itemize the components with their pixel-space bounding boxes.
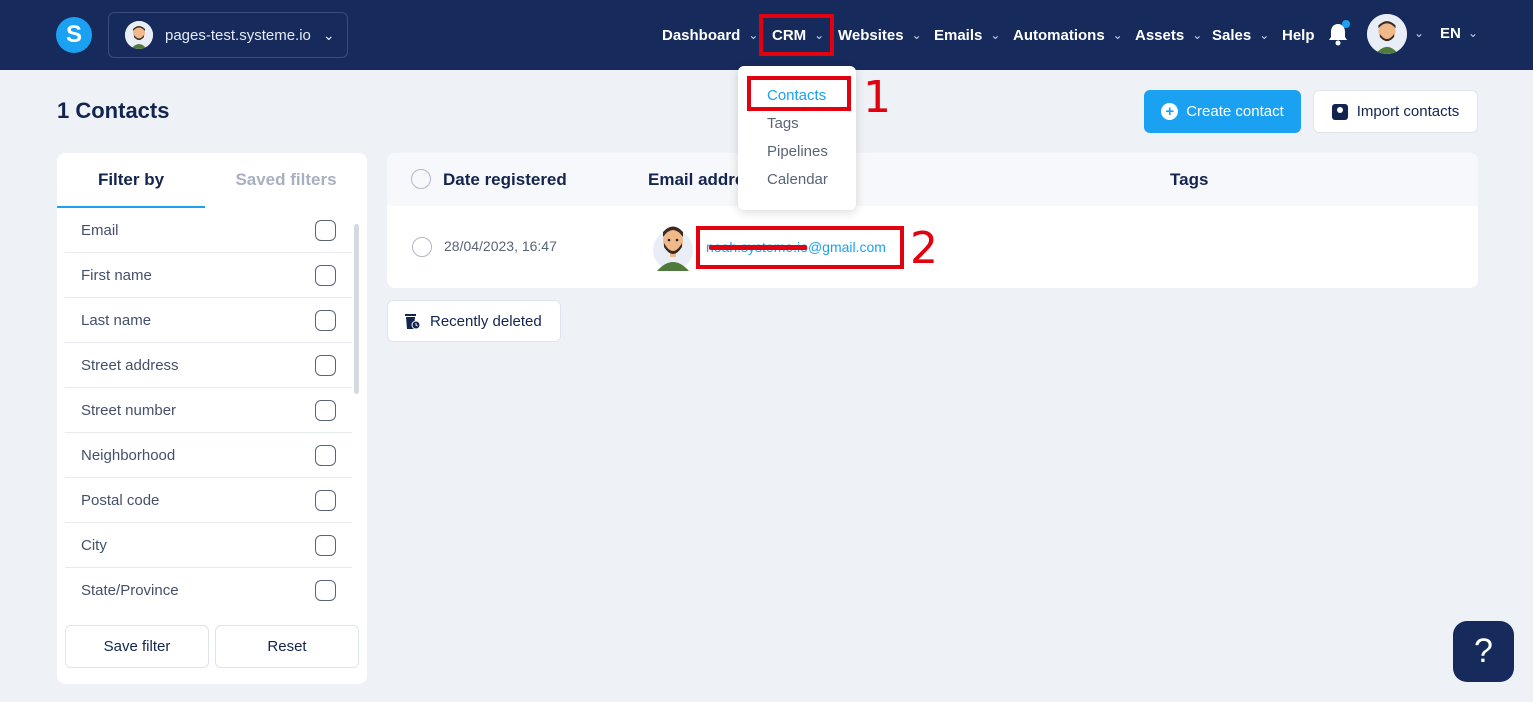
filter-checkbox[interactable] [315,399,336,421]
table-header: Date registered Email addre Tags [387,153,1478,206]
nav-help[interactable]: Help [1282,0,1315,70]
tab-saved-filters[interactable]: Saved filters [212,153,360,208]
filter-row-first-name[interactable]: First name [65,253,352,298]
nav-dashboard[interactable]: Dashboard ⌄ [662,0,758,70]
import-contacts-button[interactable]: Import contacts [1313,90,1478,133]
select-all-radio[interactable] [411,169,431,189]
filter-checkbox[interactable] [315,354,336,376]
page-title: 1 Contacts [57,98,170,123]
contact-avatar [653,226,693,271]
trash-clock-icon [405,313,420,329]
plus-circle-icon: + [1161,103,1179,120]
filter-list-fade [57,601,367,613]
date-registered-cell: 28/04/2023, 16:47 [444,238,557,254]
filter-checkbox[interactable] [315,219,336,241]
nav-help-label: Help [1282,26,1315,44]
annotation-number-2: 2 [910,223,938,274]
nav-sales[interactable]: Sales ⌄ [1212,0,1269,70]
annotation-box-contacts [747,76,851,111]
language-selector[interactable]: EN [1440,25,1461,42]
filter-label: Postal code [81,491,160,509]
nav-emails-label: Emails [934,26,983,44]
filter-row-email[interactable]: Email [65,208,352,253]
systeme-logo[interactable]: S [56,17,92,53]
nav-websites-label: Websites [838,26,904,44]
contact-card-icon [1331,103,1348,120]
column-tags: Tags [1170,170,1209,189]
user-avatar[interactable] [1367,14,1407,54]
nav-websites[interactable]: Websites ⌄ [838,0,922,70]
import-contacts-label: Import contacts [1356,103,1460,120]
create-contact-label: Create contact [1186,103,1284,120]
menu-item-calendar[interactable]: Calendar [767,171,828,188]
chevron-down-icon: ⌄ [990,28,1001,42]
filter-row-neighborhood[interactable]: Neighborhood [65,433,352,478]
chevron-down-icon: ⌄ [322,26,335,43]
filter-row-last-name[interactable]: Last name [65,298,352,343]
filter-label: Last name [81,311,152,329]
filter-label: Email [81,221,119,239]
help-chat-button[interactable]: ? [1453,621,1514,682]
top-navbar: S pages-test.systeme.io ⌄ Dashboard ⌄ CR… [0,0,1533,70]
nav-dashboard-label: Dashboard [662,26,741,44]
annotation-box-email [696,226,904,269]
nav-assets[interactable]: Assets ⌄ [1135,0,1202,70]
filter-row-city[interactable]: City [65,523,352,568]
reset-button[interactable]: Reset [215,625,359,668]
site-avatar [125,21,153,49]
filter-label: Street number [81,401,177,419]
annotation-box-crm [759,14,834,56]
filter-label: Street address [81,356,179,374]
tab-filter-by[interactable]: Filter by [57,153,205,208]
chevron-down-icon[interactable]: ⌄ [1414,26,1424,40]
filter-checkbox[interactable] [315,264,336,286]
column-date-registered[interactable]: Date registered [443,153,567,206]
chevron-down-icon[interactable]: ⌄ [1468,26,1478,40]
nav-automations-label: Automations [1013,26,1105,44]
chevron-down-icon: ⌄ [1192,28,1203,42]
filter-row-street-number[interactable]: Street number [65,388,352,433]
chevron-down-icon: ⌄ [748,28,759,42]
nav-automations[interactable]: Automations ⌄ [1013,0,1123,70]
site-selector[interactable]: pages-test.systeme.io ⌄ [108,12,348,58]
filter-checkbox[interactable] [315,489,336,511]
nav-assets-label: Assets [1135,26,1185,44]
filter-label: First name [81,266,152,284]
chevron-down-icon: ⌄ [1112,28,1123,42]
filter-checkbox[interactable] [315,579,336,601]
filter-label: Neighborhood [81,446,176,464]
nav-emails[interactable]: Emails ⌄ [934,0,1000,70]
filter-tabs: Filter by Saved filters [57,153,367,208]
notification-dot [1342,20,1350,28]
filter-checkbox[interactable] [315,534,336,556]
column-email-address[interactable]: Email addre [648,153,744,206]
row-select-radio[interactable] [412,237,432,257]
chevron-down-icon: ⌄ [911,28,922,42]
filter-row-postal-code[interactable]: Postal code [65,478,352,523]
filter-checkbox[interactable] [315,309,336,331]
chevron-down-icon: ⌄ [1259,28,1270,42]
menu-item-pipelines[interactable]: Pipelines [767,143,828,160]
save-filter-button[interactable]: Save filter [65,625,209,668]
site-name: pages-test.systeme.io [165,26,311,44]
recently-deleted-button[interactable]: Recently deleted [387,300,561,342]
create-contact-button[interactable]: + Create contact [1144,90,1301,133]
filter-label: City [81,536,107,554]
filter-checkbox[interactable] [315,444,336,466]
filter-scrollbar[interactable] [354,224,359,394]
nav-sales-label: Sales [1212,26,1252,44]
filter-panel: Filter by Saved filters Email First name… [57,153,367,684]
recently-deleted-label: Recently deleted [430,312,542,330]
filter-label: State/Province [81,581,179,599]
filter-row-street-address[interactable]: Street address [65,343,352,388]
filter-field-list: Email First name Last name Street addres… [65,208,352,613]
annotation-number-1: 1 [863,72,891,123]
menu-item-tags[interactable]: Tags [767,115,799,132]
